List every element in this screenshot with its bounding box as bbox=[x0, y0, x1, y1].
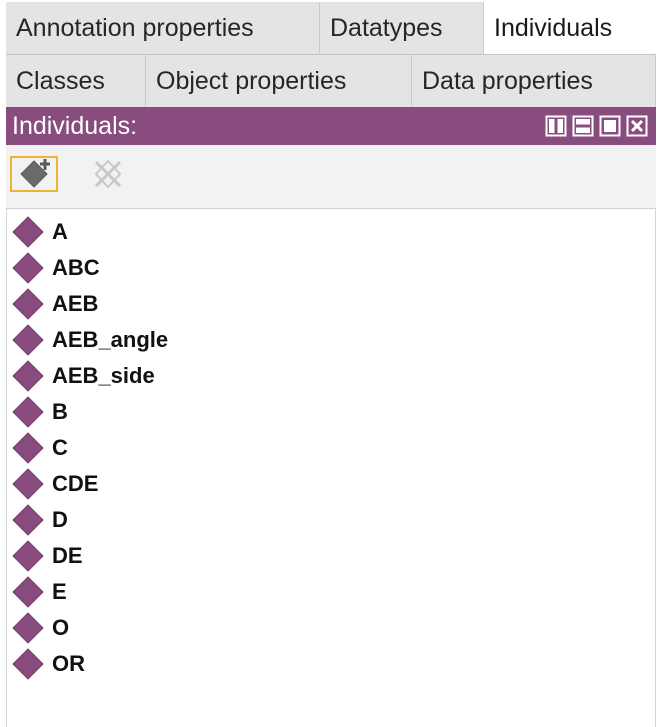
window-buttons bbox=[545, 115, 648, 137]
delete-individual-icon bbox=[94, 159, 122, 189]
individual-icon bbox=[12, 576, 44, 608]
list-item[interactable]: AEB_angle bbox=[7, 322, 168, 358]
individual-label: CDE bbox=[52, 471, 99, 496]
individual-label: OR bbox=[52, 651, 85, 676]
list-item[interactable]: A bbox=[7, 214, 68, 250]
individual-icon bbox=[12, 324, 44, 356]
tab-object-properties[interactable]: Object properties bbox=[146, 55, 412, 107]
individual-label: AEB_side bbox=[52, 363, 155, 388]
individual-label: O bbox=[52, 615, 70, 640]
individual-label: B bbox=[52, 399, 68, 424]
list-item[interactable]: O bbox=[7, 610, 69, 646]
individuals-list[interactable]: A ABC AEB AEB_angle AEB_side B C CDE D D… bbox=[6, 209, 656, 727]
individuals-view: Annotation properties Datatypes Individu… bbox=[0, 0, 658, 727]
individual-icon bbox=[12, 216, 44, 248]
individual-icon bbox=[12, 288, 44, 320]
list-item[interactable]: DE bbox=[7, 538, 83, 574]
list-item[interactable]: C bbox=[7, 430, 68, 466]
list-item[interactable]: CDE bbox=[7, 466, 98, 502]
tab-data-properties[interactable]: Data properties bbox=[412, 55, 656, 107]
individual-icon bbox=[12, 648, 44, 680]
maximize-icon[interactable] bbox=[599, 115, 621, 137]
individual-icon bbox=[12, 360, 44, 392]
individual-label: C bbox=[52, 435, 68, 460]
list-item[interactable]: B bbox=[7, 394, 68, 430]
list-item[interactable]: AEB bbox=[7, 286, 98, 322]
panel-title: Individuals: bbox=[12, 112, 138, 140]
tab-datatypes[interactable]: Datatypes bbox=[320, 2, 484, 54]
toolbar bbox=[6, 145, 656, 209]
add-individual-icon bbox=[20, 159, 50, 188]
tab-individuals[interactable]: Individuals bbox=[484, 2, 656, 54]
list-item[interactable]: ABC bbox=[7, 250, 100, 286]
individual-label: E bbox=[52, 579, 67, 604]
individual-icon bbox=[12, 504, 44, 536]
list-item[interactable]: E bbox=[7, 574, 67, 610]
tab-classes[interactable]: Classes bbox=[6, 55, 146, 107]
individual-label: AEB bbox=[52, 291, 99, 316]
individual-icon bbox=[12, 252, 44, 284]
panel-title-bar: Individuals: bbox=[6, 107, 656, 145]
individual-icon bbox=[12, 396, 44, 428]
list-item[interactable]: AEB_side bbox=[7, 358, 155, 394]
close-icon[interactable] bbox=[626, 115, 648, 137]
individual-label: DE bbox=[52, 543, 83, 568]
tab-annotation-properties[interactable]: Annotation properties bbox=[6, 2, 320, 54]
individual-label: AEB_angle bbox=[52, 327, 169, 352]
individual-icon bbox=[12, 468, 44, 500]
tab-row-2: Classes Object properties Data propertie… bbox=[6, 55, 656, 107]
individual-icon bbox=[12, 540, 44, 572]
tab-row-1: Annotation properties Datatypes Individu… bbox=[6, 2, 656, 54]
add-individual-button[interactable] bbox=[10, 156, 58, 192]
individual-label: A bbox=[52, 219, 68, 244]
individual-icon bbox=[12, 432, 44, 464]
delete-individual-button[interactable] bbox=[84, 156, 132, 192]
split-vertical-icon[interactable] bbox=[545, 115, 567, 137]
individual-label: ABC bbox=[52, 255, 100, 280]
individual-label: D bbox=[52, 507, 68, 532]
individual-icon bbox=[12, 612, 44, 644]
list-item[interactable]: OR bbox=[7, 646, 85, 682]
list-item[interactable]: D bbox=[7, 502, 68, 538]
split-horizontal-icon[interactable] bbox=[572, 115, 594, 137]
